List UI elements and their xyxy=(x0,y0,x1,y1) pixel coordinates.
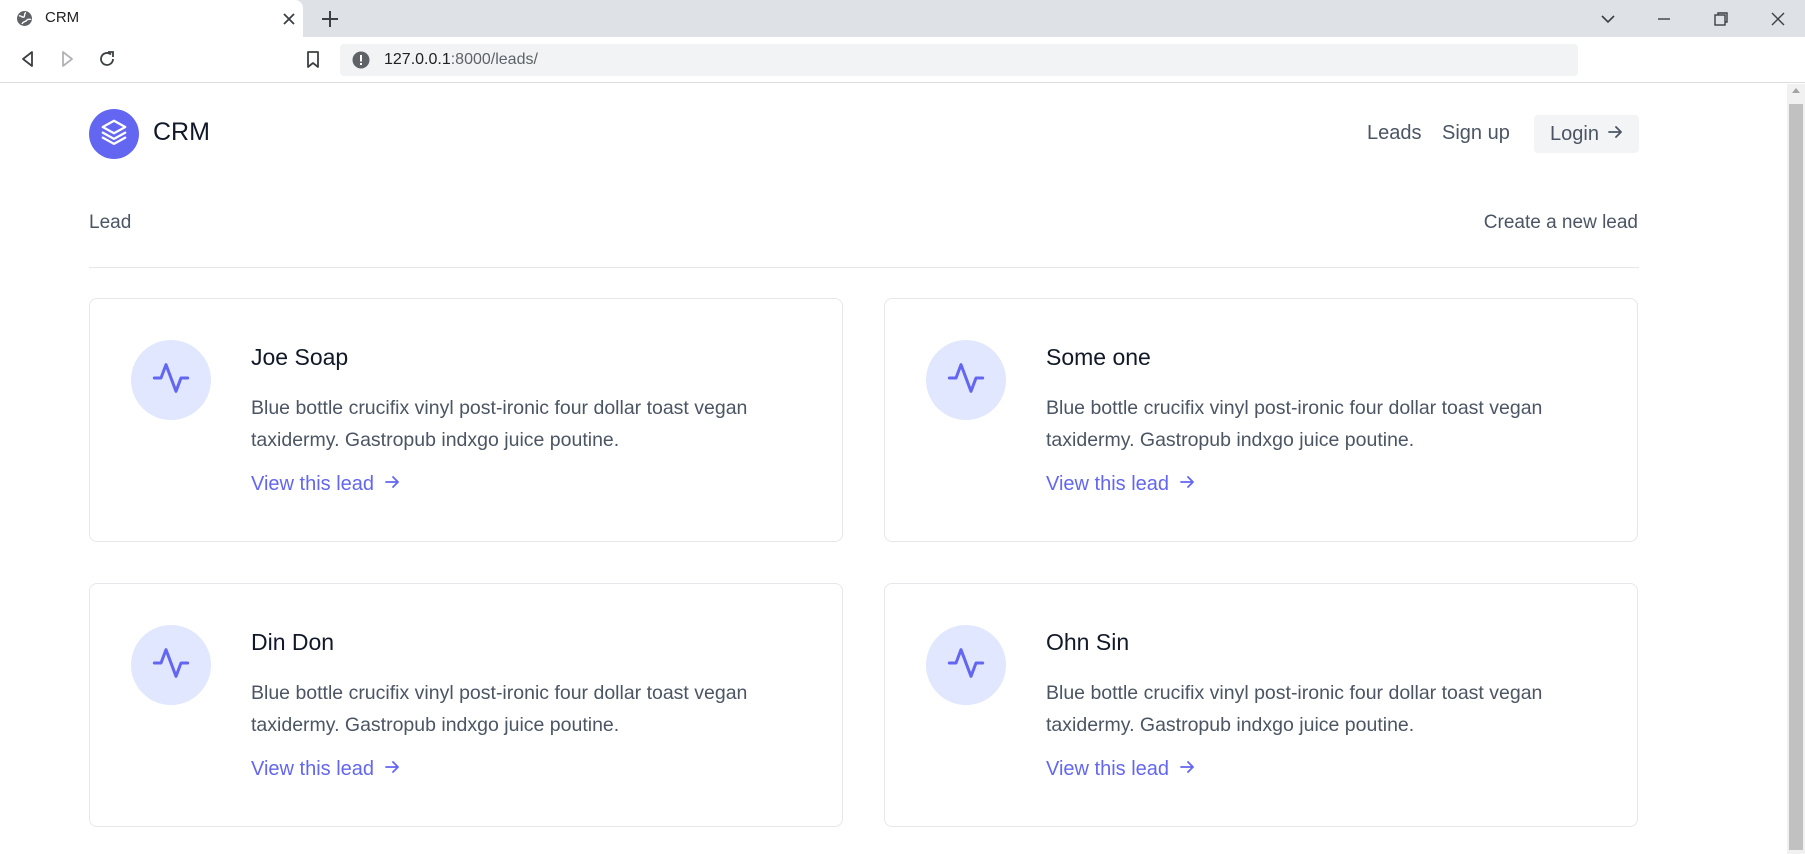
reload-icon[interactable] xyxy=(94,46,120,72)
arrow-right-icon xyxy=(1179,473,1195,496)
page-scrollbar[interactable] xyxy=(1787,84,1805,854)
lead-card: Ohn Sin Blue bottle crucifix vinyl post-… xyxy=(884,583,1638,827)
scroll-up-arrow-icon[interactable] xyxy=(1792,88,1800,93)
arrow-right-icon xyxy=(1179,758,1195,781)
bookmark-icon[interactable] xyxy=(300,46,326,72)
lead-name: Din Don xyxy=(251,629,335,655)
lead-description: Blue bottle crucifix vinyl post-ironic f… xyxy=(251,682,748,736)
logo[interactable] xyxy=(89,109,139,159)
url-path: :8000/leads/ xyxy=(450,51,538,68)
activity-pulse-icon xyxy=(946,643,986,688)
section-title: Lead xyxy=(89,212,132,233)
lead-icon-circle xyxy=(131,340,211,420)
url-text: 127.0.0.1:8000/leads/ xyxy=(384,51,538,69)
view-lead-label: View this lead xyxy=(251,473,375,495)
view-lead-label: View this lead xyxy=(251,758,375,780)
section-divider xyxy=(89,267,1639,268)
site-info-icon[interactable] xyxy=(352,51,370,69)
lead-name: Ohn Sin xyxy=(1046,629,1130,655)
login-button[interactable]: Login xyxy=(1534,115,1639,153)
tab-title: CRM xyxy=(45,9,80,26)
view-lead-link[interactable]: View this lead xyxy=(251,758,400,781)
address-bar[interactable]: 127.0.0.1:8000/leads/ xyxy=(340,44,1578,76)
scrollbar-thumb[interactable] xyxy=(1789,104,1803,850)
back-icon[interactable] xyxy=(15,46,41,72)
browser-toolbar: 127.0.0.1:8000/leads/ xyxy=(0,37,1805,83)
lead-description: Blue bottle crucifix vinyl post-ironic f… xyxy=(251,397,748,451)
lead-card: Joe Soap Blue bottle crucifix vinyl post… xyxy=(89,298,843,542)
lead-card: Din Don Blue bottle crucifix vinyl post-… xyxy=(89,583,843,827)
nav-signup-link[interactable]: Sign up xyxy=(1442,122,1510,145)
view-lead-label: View this lead xyxy=(1046,473,1170,495)
activity-pulse-icon xyxy=(946,358,986,403)
lead-icon-circle xyxy=(926,625,1006,705)
browser-titlebar: CRM xyxy=(0,0,1805,37)
lead-description: Blue bottle crucifix vinyl post-ironic f… xyxy=(1046,397,1543,451)
create-lead-link[interactable]: Create a new lead xyxy=(1484,212,1638,234)
lead-card: Some one Blue bottle crucifix vinyl post… xyxy=(884,298,1638,542)
arrow-right-icon xyxy=(384,473,400,496)
url-host: 127.0.0.1 xyxy=(384,51,451,68)
page-viewport: CRM Leads Sign up Login Lead Create a ne… xyxy=(0,84,1787,854)
minimize-icon[interactable] xyxy=(1653,8,1675,30)
brand-name[interactable]: CRM xyxy=(153,118,210,147)
stack-layers-icon xyxy=(99,117,129,152)
view-lead-link[interactable]: View this lead xyxy=(1046,473,1195,496)
lead-description: Blue bottle crucifix vinyl post-ironic f… xyxy=(1046,682,1543,736)
lead-icon-circle xyxy=(926,340,1006,420)
new-tab-icon[interactable] xyxy=(318,7,342,31)
login-label: Login xyxy=(1550,122,1599,145)
arrow-right-icon xyxy=(384,758,400,781)
close-tab-icon[interactable] xyxy=(279,9,299,29)
globe-icon xyxy=(16,10,33,27)
activity-pulse-icon xyxy=(151,643,191,688)
browser-tab[interactable]: CRM xyxy=(0,0,303,37)
lead-name: Joe Soap xyxy=(251,344,349,370)
close-window-icon[interactable] xyxy=(1767,8,1789,30)
lead-icon-circle xyxy=(131,625,211,705)
nav-leads-link[interactable]: Leads xyxy=(1367,122,1422,145)
tab-search-chevron-icon[interactable] xyxy=(1597,8,1619,30)
view-lead-label: View this lead xyxy=(1046,758,1170,780)
activity-pulse-icon xyxy=(151,358,191,403)
lead-name: Some one xyxy=(1046,344,1151,370)
arrow-right-icon xyxy=(1607,123,1623,146)
view-lead-link[interactable]: View this lead xyxy=(251,473,400,496)
forward-icon[interactable] xyxy=(54,46,80,72)
restore-icon[interactable] xyxy=(1710,8,1732,30)
view-lead-link[interactable]: View this lead xyxy=(1046,758,1195,781)
